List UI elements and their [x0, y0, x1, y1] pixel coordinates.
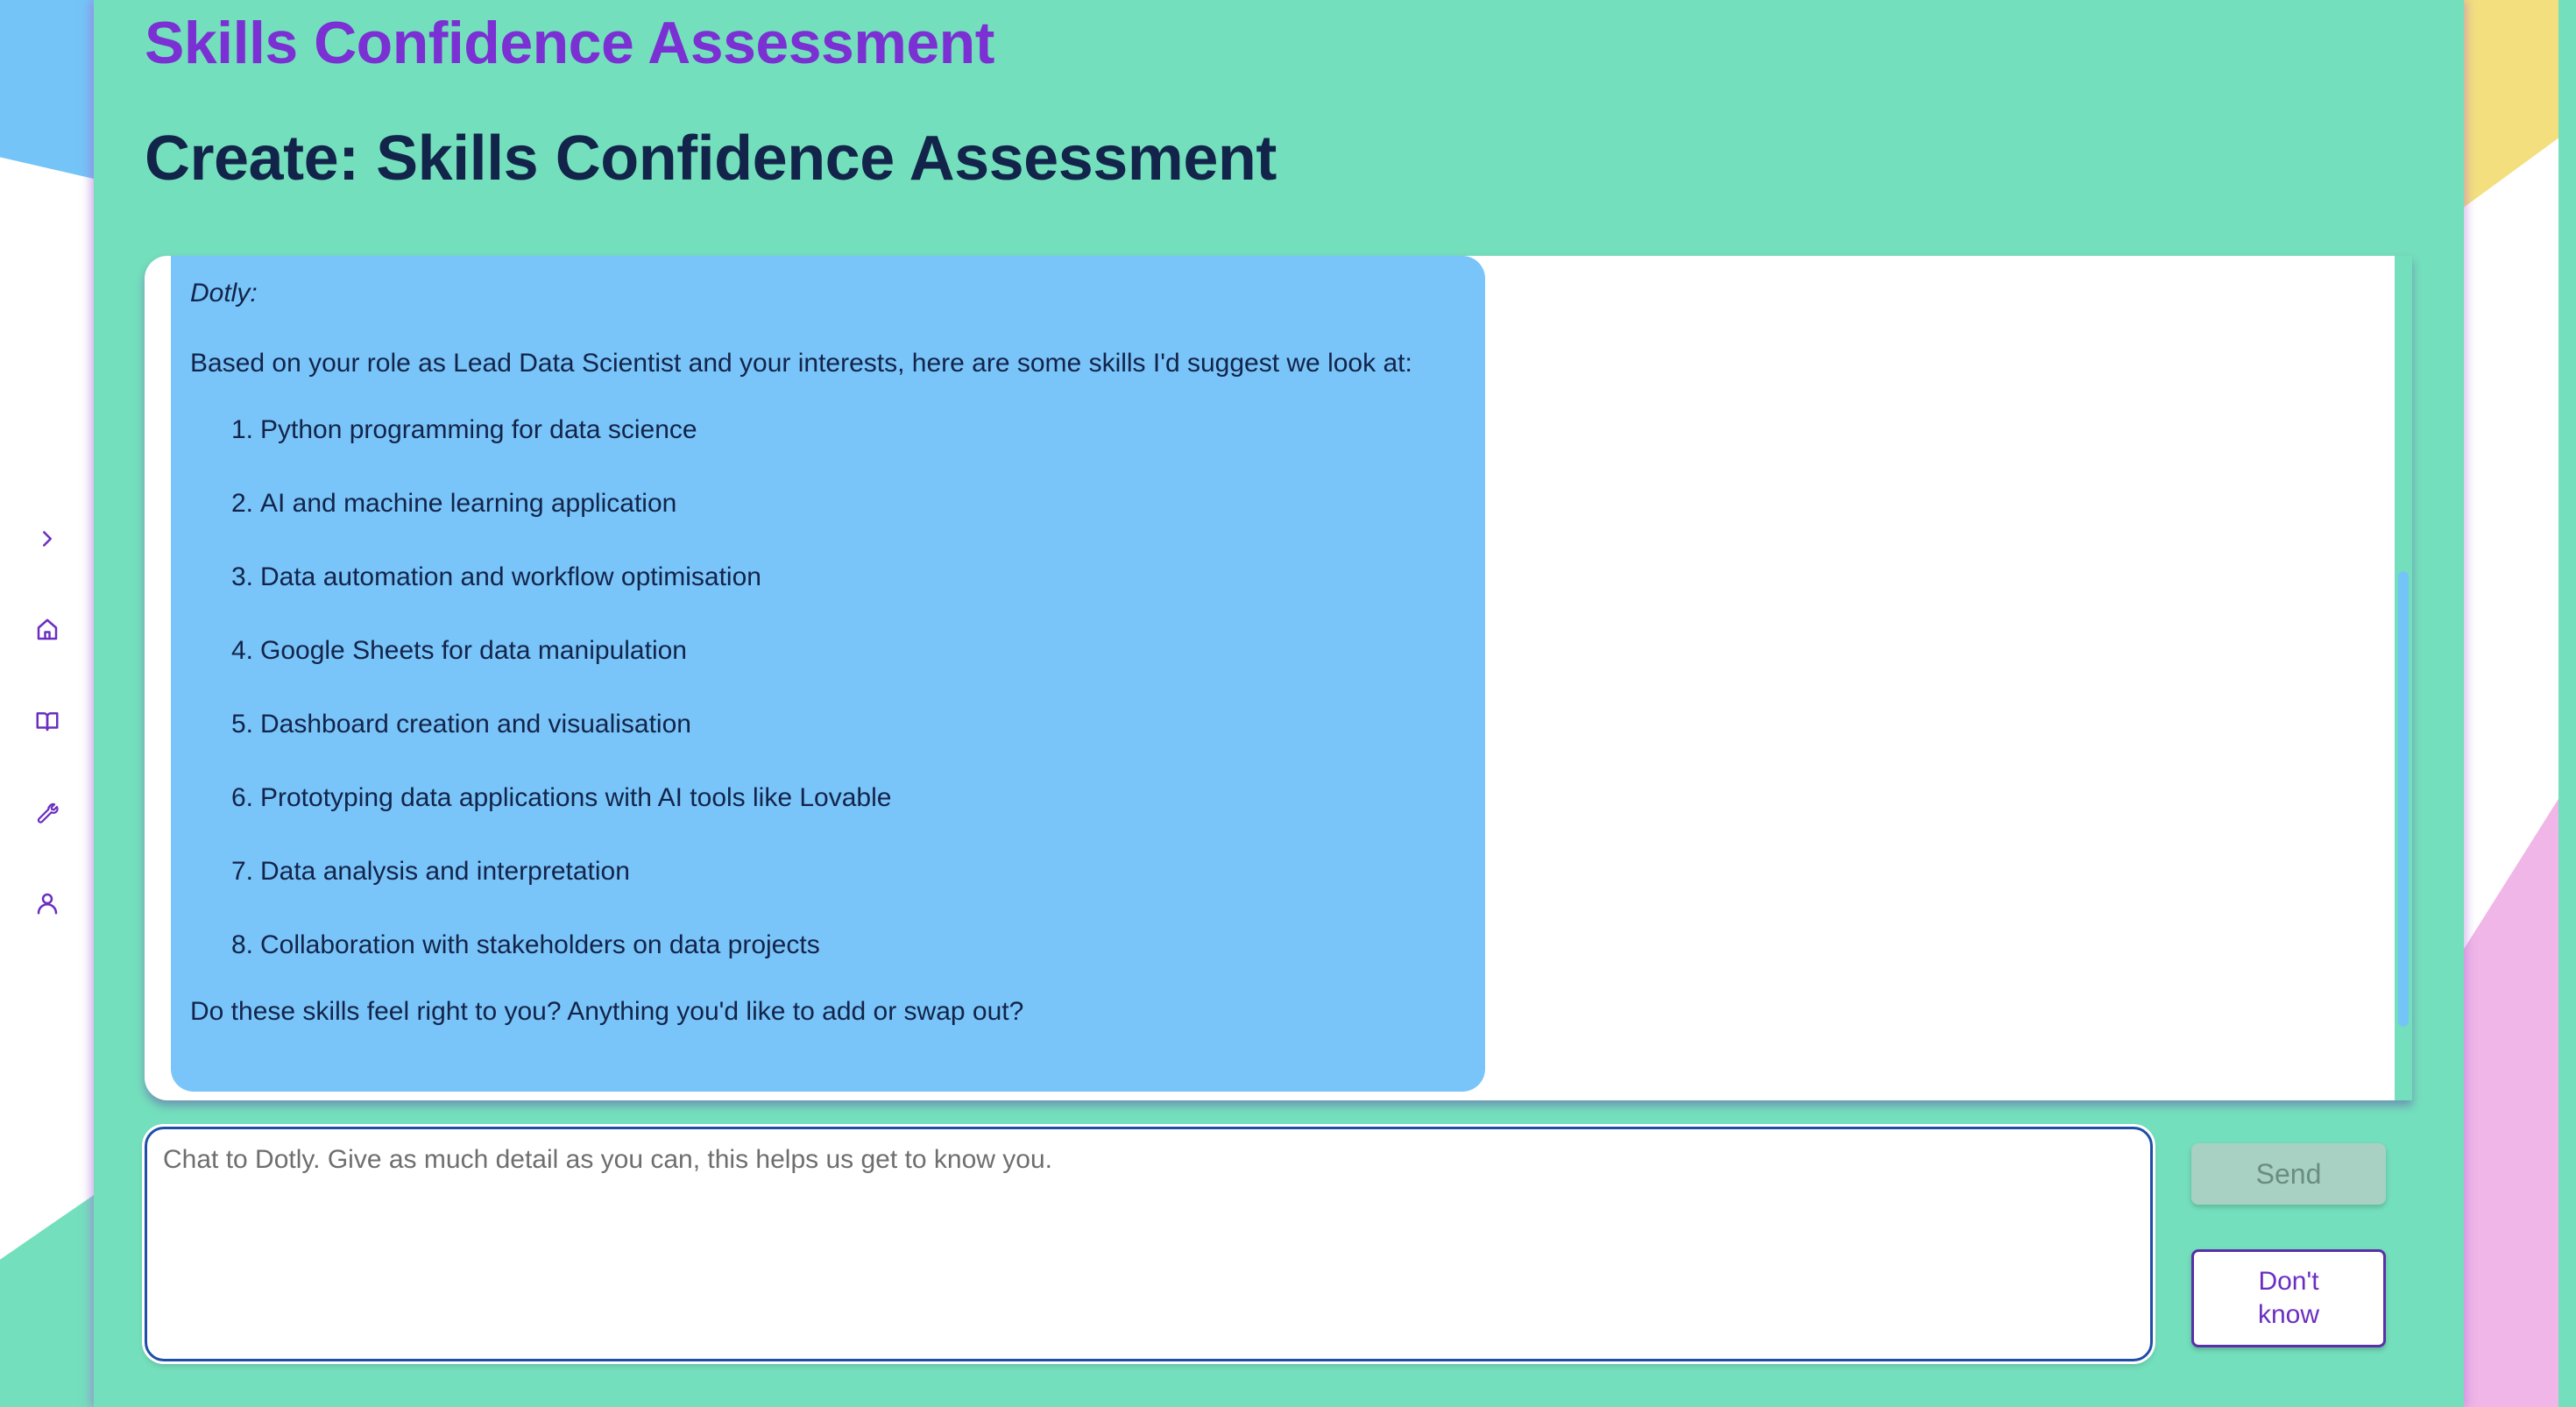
list-item-number: 2. — [230, 489, 253, 518]
list-item-text: Collaboration with stakeholders on data … — [260, 930, 820, 959]
list-item-text: Google Sheets for data manipulation — [260, 636, 687, 665]
background-strip-green — [2558, 0, 2576, 1407]
list-item-number: 7. — [230, 857, 253, 886]
message-closing: Do these skills feel right to you? Anyth… — [190, 997, 1024, 1026]
list-item-number: 6. — [230, 783, 253, 812]
list-item-text: Dashboard creation and visualisation — [260, 710, 691, 739]
list-item-text: Data automation and workflow optimisatio… — [260, 562, 761, 591]
dont-know-button[interactable]: Don't know — [2191, 1249, 2386, 1347]
wrench-icon — [37, 802, 59, 824]
list-item-number: 5. — [230, 710, 253, 739]
list-item-text: Python programming for data science — [260, 415, 697, 444]
assistant-message: Dotly: Based on your role as Lead Data S… — [171, 256, 1485, 1092]
app-title: Skills Confidence Assessment — [145, 10, 994, 76]
list-item: 3. Data automation and workflow optimisat… — [190, 562, 1466, 592]
list-item-text: AI and machine learning application — [260, 489, 677, 518]
list-item: 7. Data analysis and interpretation — [190, 857, 1466, 887]
skills-list: 1. Python programming for data science 2.… — [190, 415, 1466, 960]
list-item: 2. AI and machine learning application — [190, 489, 1466, 519]
chat-history[interactable]: Dotly: Based on your role as Lead Data S… — [145, 256, 2412, 1100]
sidebar-item-tools[interactable] — [21, 786, 74, 838]
list-item-text: Prototyping data applications with AI to… — [260, 783, 892, 812]
list-item: 6. Prototyping data applications with AI … — [190, 783, 1466, 813]
list-item: 8. Collaboration with stakeholders on dat… — [190, 930, 1466, 960]
list-item-number: 4. — [230, 636, 253, 665]
message-intro: Based on your role as Lead Data Scientis… — [190, 349, 1412, 378]
home-icon — [37, 619, 57, 640]
chat-input[interactable] — [145, 1127, 2153, 1361]
list-item: 1. Python programming for data science — [190, 415, 1466, 445]
list-item-number: 8. — [230, 930, 253, 959]
list-item-number: 1. — [230, 415, 253, 444]
list-item-number: 3. — [230, 562, 253, 591]
list-item: 5. Dashboard creation and visualisation — [190, 710, 1466, 739]
sidebar-item-library[interactable] — [21, 695, 74, 747]
main-panel: Skills Confidence Assessment Create: Ski… — [94, 0, 2464, 1407]
list-item-text: Data analysis and interpretation — [260, 857, 630, 886]
chat-scroll-thumb[interactable] — [2398, 571, 2409, 1027]
user-icon — [37, 893, 57, 915]
message-speaker: Dotly: — [190, 279, 258, 308]
page-title: Create: Skills Confidence Assessment — [145, 124, 1277, 194]
sidebar-item-profile[interactable] — [21, 877, 74, 930]
sidebar-expand-button[interactable] — [21, 513, 74, 565]
send-button[interactable]: Send — [2191, 1143, 2386, 1205]
chat-scrollbar[interactable] — [2395, 256, 2412, 1100]
chevron-right-icon — [42, 531, 52, 547]
book-icon — [36, 712, 58, 732]
list-item: 4. Google Sheets for data manipulation — [190, 636, 1466, 666]
sidebar — [0, 0, 94, 1407]
sidebar-item-home[interactable] — [21, 604, 74, 656]
